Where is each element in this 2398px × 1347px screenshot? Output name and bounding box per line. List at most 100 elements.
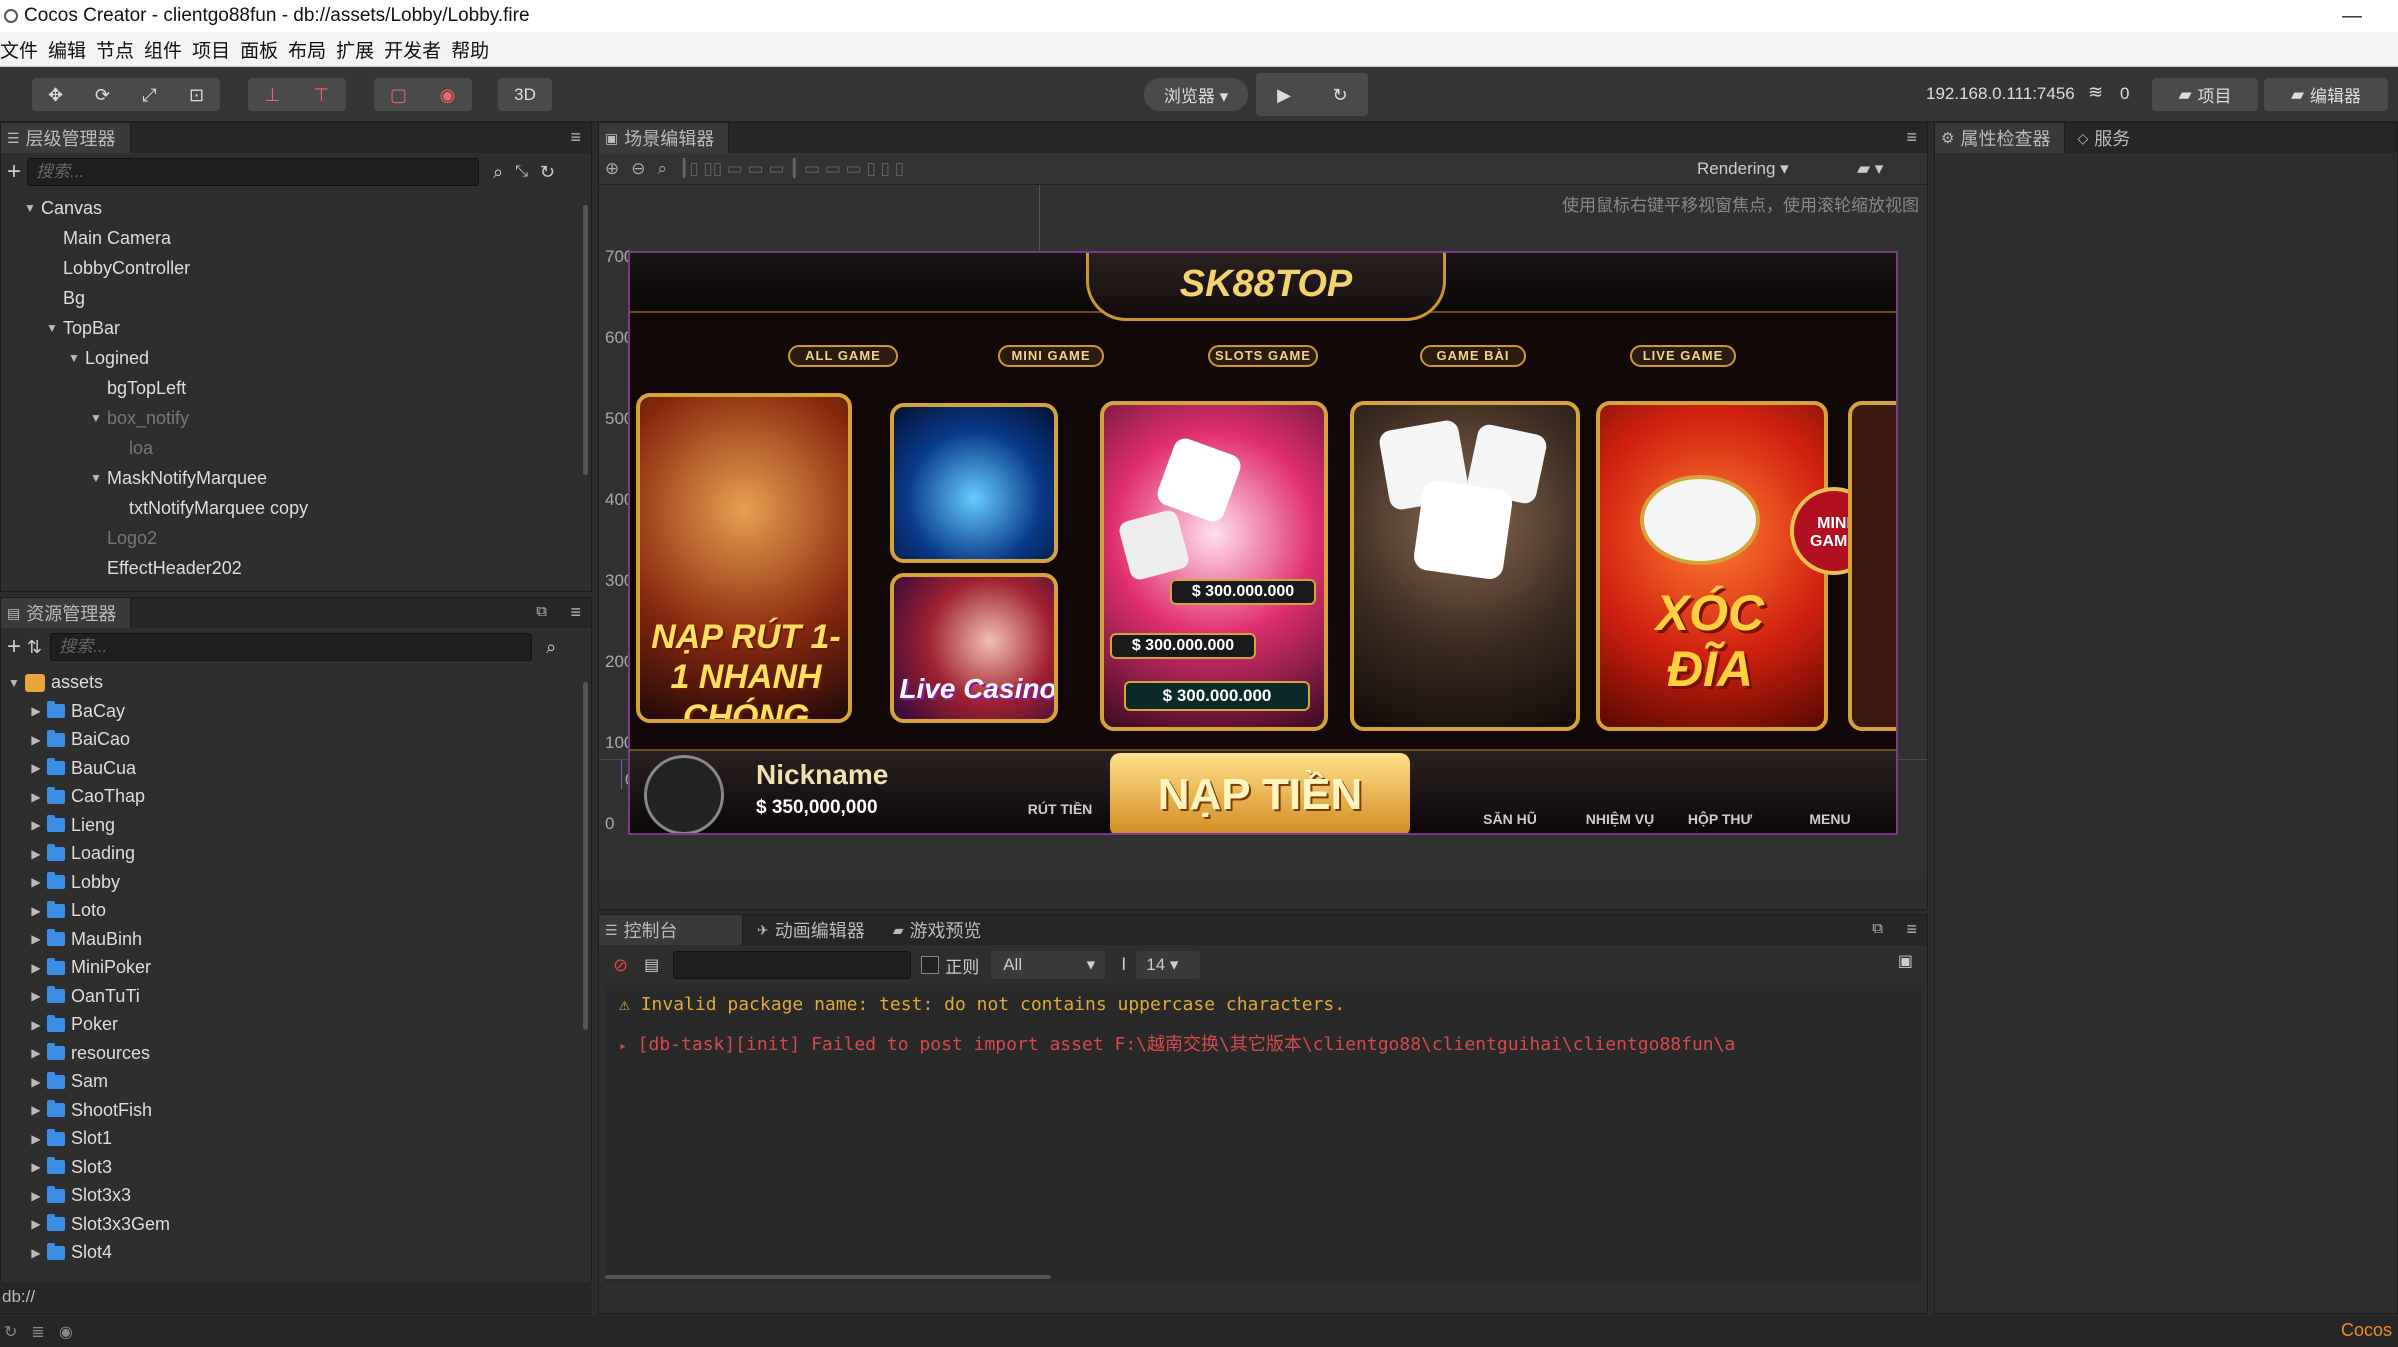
category-game-bai[interactable]: GAME BÀI (1420, 345, 1526, 367)
tab-services[interactable]: ◇ 服务 (2065, 125, 2142, 151)
tab-assets[interactable]: ▤ 资源管理器 (1, 598, 132, 628)
panel-menu-icon[interactable]: ≡ (570, 127, 581, 148)
panel-menu-icon[interactable]: ≡ (1906, 127, 1917, 148)
zoom-out-icon[interactable]: ⊖ (631, 159, 645, 179)
asset-folder[interactable]: ▶ MiniPoker (1, 954, 591, 983)
menu-help[interactable]: 帮助 (451, 36, 497, 63)
log-file-icon[interactable]: ▤ (644, 955, 659, 975)
clear-console-icon[interactable]: ⊘ (613, 955, 628, 976)
hierarchy-search-input[interactable]: 搜索... (27, 158, 480, 186)
database-icon[interactable]: ≣ (31, 1322, 44, 1342)
sort-icon[interactable]: ⇅ (27, 637, 42, 658)
nhiem-vu-button[interactable]: NHIỆM VỤ (1570, 753, 1670, 833)
assets-scrollbar[interactable] (583, 682, 588, 1030)
asset-folder[interactable]: ▶ Slot1 (1, 1125, 591, 1154)
preview-platform-select[interactable]: 浏览器 ▾ (1144, 78, 1248, 111)
menu-extension[interactable]: 扩展 (336, 36, 382, 63)
hierarchy-node[interactable]: loa (1, 433, 591, 463)
search-icon[interactable]: ⌕ (546, 637, 556, 658)
locate-icon[interactable]: ⤡ (515, 163, 528, 181)
scene-viewport[interactable]: 使用鼠标右键平移视窗焦点，使用滚轮缩放视图 700 600 500 400 300 200… (599, 185, 1927, 879)
snap-icon[interactable]: ▢ (388, 84, 410, 106)
panel-menu-icon[interactable]: ≡ (1906, 919, 1917, 940)
hierarchy-node[interactable]: ▼ box_notify (1, 403, 591, 433)
expand-arrow-icon[interactable]: ▶ (29, 1018, 43, 1032)
menu-project[interactable]: 项目 (192, 36, 238, 63)
tab-scene[interactable]: ▣ 场景编辑器 (599, 123, 730, 153)
menu-panel[interactable]: 面板 (240, 36, 286, 63)
globe-icon[interactable]: ◉ (437, 84, 459, 106)
hierarchy-scrollbar[interactable] (583, 205, 588, 475)
open-project-button[interactable]: ▰ 项目 (2152, 78, 2258, 111)
rect-tool-icon[interactable]: ⊡ (186, 84, 208, 106)
zoom-in-icon[interactable]: ⊕ (605, 159, 619, 179)
tab-game-preview[interactable]: ▰ 游戏预览 (879, 917, 996, 943)
assets-search-input[interactable]: 搜索... (50, 633, 533, 661)
rut-tien-button[interactable]: RÚT TIỀN (990, 753, 1130, 833)
expand-arrow-icon[interactable]: ▶ (29, 1217, 43, 1231)
toggle-3d-button[interactable]: 3D (498, 78, 552, 111)
hierarchy-node[interactable]: Bg (1, 283, 591, 313)
asset-folder[interactable]: ▶ BaiCao (1, 726, 591, 755)
asset-folder[interactable]: ▶ Slot4 (1, 1239, 591, 1268)
asset-folder[interactable]: ▶ BaCay (1, 697, 591, 726)
popout-icon[interactable]: ⧉ (1872, 920, 1883, 937)
assets-root[interactable]: ▼ assets (1, 668, 591, 697)
dice-slot-card[interactable]: $ 300.000.000 $ 300.000.000 $ 300.000.00… (1100, 401, 1328, 731)
hierarchy-node[interactable]: txtNotifyMarquee copy (1, 493, 591, 523)
menu-node[interactable]: 节点 (96, 36, 142, 63)
tab-hierarchy[interactable]: ☰ 层级管理器 (1, 123, 131, 153)
menu-layout[interactable]: 布局 (288, 36, 334, 63)
asset-folder[interactable]: ▶ Slot3 (1, 1153, 591, 1182)
tab-animation[interactable]: ✈ 动画编辑器 (743, 917, 879, 943)
nap-tien-button[interactable]: NẠP TIỀN (1110, 753, 1410, 833)
refresh-icon[interactable]: ↻ (1329, 84, 1351, 106)
tab-console[interactable]: ☰ 控制台 (599, 915, 743, 945)
move-tool-icon[interactable]: ✥ (45, 84, 67, 106)
xoc-dia-card[interactable]: XÓC ĐĨA (1596, 401, 1828, 731)
hierarchy-node[interactable]: LobbyController (1, 253, 591, 283)
local-icon[interactable]: ⊤ (311, 84, 333, 106)
asset-folder[interactable]: ▶ Lieng (1, 811, 591, 840)
popout-icon[interactable]: ⧉ (536, 603, 547, 620)
sync-icon[interactable]: ↻ (4, 1322, 17, 1342)
font-size-select[interactable]: 14 ▾ (1136, 951, 1201, 979)
menu-developer[interactable]: 开发者 (384, 36, 449, 63)
asset-folder[interactable]: ▶ Lobby (1, 868, 591, 897)
regex-checkbox[interactable] (921, 956, 940, 974)
expand-arrow-icon[interactable]: ▼ (7, 676, 21, 690)
eye-icon[interactable]: ◉ (59, 1322, 73, 1342)
console-filter-input[interactable] (673, 951, 912, 979)
expand-arrow-icon[interactable]: ▶ (29, 847, 43, 861)
hierarchy-node[interactable]: ▼ Canvas (1, 193, 591, 223)
asset-folder[interactable]: ▶ ShootFish (1, 1096, 591, 1125)
pivot-icon[interactable]: ⊥ (262, 84, 284, 106)
menu-button[interactable]: MENU (1780, 753, 1880, 833)
asset-folder[interactable]: ▶ CaoThap (1, 783, 591, 812)
asset-folder[interactable]: ▶ OanTuTi (1, 982, 591, 1011)
asset-folder[interactable]: ▶ Slot3x3Gem (1, 1210, 591, 1239)
hierarchy-node[interactable]: ▼ Logined (1, 343, 591, 373)
asset-folder[interactable]: ▶ BauCua (1, 754, 591, 783)
expand-arrow-icon[interactable]: ▶ (29, 1046, 43, 1060)
hierarchy-node[interactable]: Logo2 (1, 523, 591, 553)
hierarchy-node[interactable]: ▼ MaskNotifyMarquee (1, 463, 591, 493)
expand-arrow-icon[interactable]: ▶ (29, 961, 43, 975)
play-icon[interactable]: ▶ (1273, 84, 1295, 106)
log-warning[interactable]: ⚠ Invalid package name: test: do not con… (605, 985, 1921, 1025)
expand-arrow-icon[interactable]: ▼ (23, 201, 37, 215)
log-error[interactable]: ▸ [db-task][init] Failed to post import … (605, 1025, 1921, 1065)
expand-arrow-icon[interactable]: ▶ (29, 704, 43, 718)
asset-folder[interactable]: ▶ MauBinh (1, 925, 591, 954)
align-tools-icon[interactable]: ┃▯ ▯▯ ▭ ▭ ▭ ┃ ▭ ▭ ▭ ▯ ▯ ▯ (679, 159, 904, 179)
more-card[interactable] (1848, 401, 1896, 731)
expand-arrow-icon[interactable]: ▶ (29, 989, 43, 1003)
hop-thu-button[interactable]: HỘP THƯ (1670, 753, 1770, 833)
expand-arrow-icon[interactable]: ▶ (29, 818, 43, 832)
game-canvas[interactable]: SK88TOP ALL GAME MINI GAME SLOTS GAME GA… (628, 251, 1898, 835)
category-mini-game[interactable]: MINI GAME (998, 345, 1104, 367)
expand-arrow-icon[interactable]: ▼ (89, 471, 103, 485)
hierarchy-node[interactable]: ▼ TopBar (1, 313, 591, 343)
collapse-icon[interactable]: ▣ (1898, 951, 1913, 971)
sports-card[interactable] (890, 403, 1058, 563)
